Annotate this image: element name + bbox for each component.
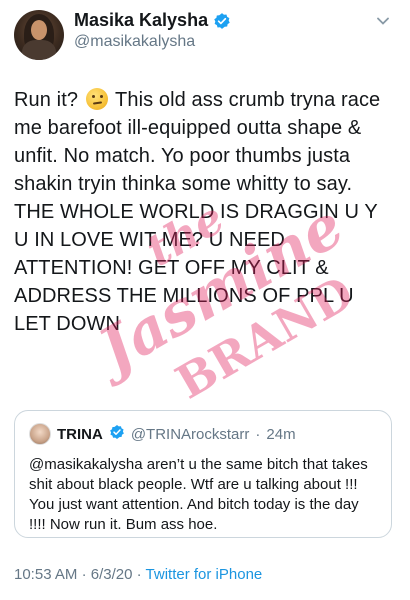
separator-dot: · bbox=[255, 425, 261, 443]
tweet-text-part2: This old ass crumb tryna race me barefoo… bbox=[14, 89, 381, 335]
author-names: Masika Kalysha @masikakalysha bbox=[74, 10, 231, 51]
author-handle[interactable]: @masikakalysha bbox=[74, 33, 231, 51]
quoted-timestamp: 24m bbox=[266, 425, 296, 443]
tweet-text-part1: Run it? bbox=[14, 89, 79, 111]
tweet-source-link[interactable]: Twitter for iPhone bbox=[146, 566, 263, 583]
quoted-author-handle: @TRINArockstarr bbox=[130, 425, 250, 443]
tweet-time[interactable]: 10:53 AM bbox=[14, 566, 77, 583]
author-display-name[interactable]: Masika Kalysha bbox=[74, 10, 208, 31]
quoted-tweet-text: @masikakalysha aren’t u the same bitch t… bbox=[29, 456, 368, 533]
separator-dot: · bbox=[81, 566, 87, 583]
verified-badge-icon bbox=[213, 12, 231, 30]
separator-dot: · bbox=[136, 566, 142, 583]
author-avatar[interactable] bbox=[14, 10, 64, 60]
quoted-author-name: TRINA bbox=[57, 425, 103, 443]
thinking-face-emoji-icon bbox=[85, 88, 108, 110]
quoted-author-avatar bbox=[29, 423, 51, 445]
tweet-header: Masika Kalysha @masikakalysha bbox=[14, 6, 394, 70]
chevron-down-icon[interactable] bbox=[376, 14, 390, 28]
verified-badge-icon bbox=[109, 424, 125, 444]
quoted-tweet-header: TRINA @TRINArockstarr · 24m bbox=[29, 423, 296, 445]
quoted-tweet-card[interactable]: TRINA @TRINArockstarr · 24m @masikakalys… bbox=[14, 410, 392, 538]
tweet-meta: 10:53 AM · 6/3/20 · Twitter for iPhone bbox=[14, 566, 262, 583]
tweet-date[interactable]: 6/3/20 bbox=[91, 566, 133, 583]
tweet-text: Run it? This old ass crumb tryna race me… bbox=[14, 86, 394, 338]
